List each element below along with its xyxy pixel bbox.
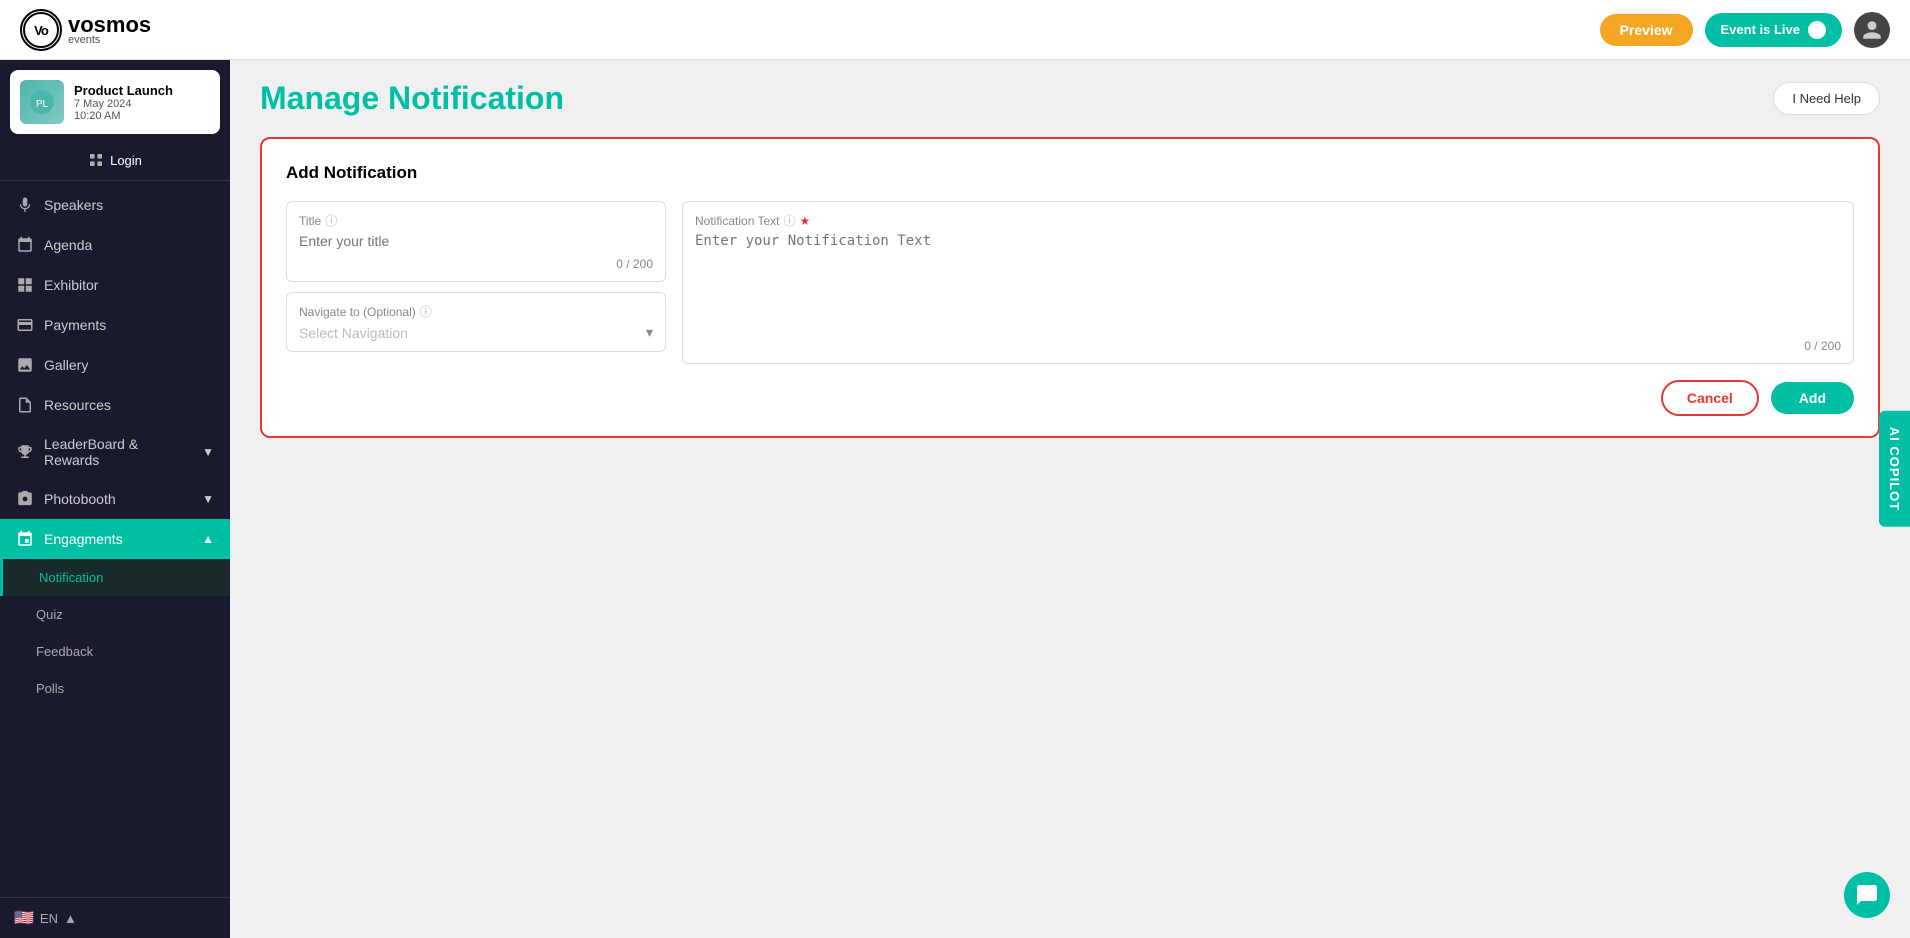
logo-icon: Vo — [20, 9, 62, 51]
cancel-button[interactable]: Cancel — [1661, 380, 1759, 416]
event-thumbnail: PL — [20, 80, 64, 124]
lang-chevron: ▲ — [64, 911, 77, 926]
toggle-indicator — [1808, 21, 1826, 39]
navigate-field-label: Navigate to (Optional) ⓘ — [299, 303, 653, 320]
sidebar-item-payments[interactable]: Payments — [0, 305, 230, 345]
chat-bubble-button[interactable] — [1844, 872, 1890, 918]
photobooth-label: Photobooth — [44, 491, 116, 507]
svg-text:Vo: Vo — [34, 23, 49, 38]
live-label: Event is Live — [1721, 22, 1800, 37]
form-right-col: Notification Text ⓘ ★ 0 / 200 — [682, 201, 1854, 364]
notification-text-counter: 0 / 200 — [695, 339, 1841, 353]
notification-label: Notification — [39, 570, 103, 585]
add-notification-card: Add Notification Title ⓘ 0 / 200 — [260, 137, 1880, 438]
navigate-info-icon: ⓘ — [420, 303, 432, 320]
header: Vo vosmos events Preview Event is Live — [0, 0, 1910, 60]
event-time: 10:20 AM — [74, 110, 210, 122]
title-field-label: Title ⓘ — [299, 212, 653, 229]
leaderboard-chevron: ▼ — [202, 445, 214, 459]
navigate-field-wrapper: Navigate to (Optional) ⓘ Select Navigati… — [286, 292, 666, 352]
logo: Vo vosmos events — [20, 9, 151, 51]
content-area: Add Notification Title ⓘ 0 / 200 — [230, 127, 1910, 938]
form-left-col: Title ⓘ 0 / 200 Navigate to (Optional) ⓘ — [286, 201, 666, 364]
navigate-select[interactable]: Select Navigation ▾ — [299, 324, 653, 341]
navigate-placeholder: Select Navigation — [299, 325, 408, 341]
title-field-wrapper: Title ⓘ 0 / 200 — [286, 201, 666, 282]
sidebar-item-speakers[interactable]: Speakers — [0, 185, 230, 225]
notification-text-wrapper: Notification Text ⓘ ★ 0 / 200 — [682, 201, 1854, 364]
form-actions: Cancel Add — [286, 380, 1854, 416]
gallery-label: Gallery — [44, 357, 88, 373]
leaderboard-label: LeaderBoard & Rewards — [44, 436, 192, 468]
form-row: Title ⓘ 0 / 200 Navigate to (Optional) ⓘ — [286, 201, 1854, 364]
title-counter: 0 / 200 — [299, 257, 653, 271]
help-button[interactable]: I Need Help — [1773, 82, 1880, 115]
quiz-label: Quiz — [36, 607, 63, 622]
sidebar-subitem-notification[interactable]: Notification — [0, 559, 230, 596]
sidebar-subitem-quiz[interactable]: Quiz — [0, 596, 230, 633]
add-button[interactable]: Add — [1771, 382, 1854, 414]
page-title: Manage Notification — [260, 80, 564, 117]
sidebar-item-resources[interactable]: Resources — [0, 385, 230, 425]
sidebar-item-agenda[interactable]: Agenda — [0, 225, 230, 265]
resources-label: Resources — [44, 397, 111, 413]
navigate-chevron-icon: ▾ — [646, 324, 653, 341]
notification-text-input[interactable] — [695, 233, 1841, 333]
flag-icon: 🇺🇸 — [14, 908, 34, 928]
sidebar-divider — [0, 180, 230, 181]
grid-icon — [16, 276, 34, 294]
file-icon — [16, 396, 34, 414]
image-icon — [16, 356, 34, 374]
polls-label: Polls — [36, 681, 64, 696]
payments-label: Payments — [44, 317, 106, 333]
calendar-icon — [16, 236, 34, 254]
sidebar-item-exhibitor[interactable]: Exhibitor — [0, 265, 230, 305]
add-notification-title: Add Notification — [286, 163, 1854, 183]
mic-icon — [16, 196, 34, 214]
engagments-chevron: ▲ — [202, 532, 214, 546]
event-date: 7 May 2024 — [74, 98, 210, 110]
sidebar-item-photobooth[interactable]: Photobooth ▼ — [0, 479, 230, 519]
ai-copilot-tab[interactable]: AI COPILOT — [1879, 411, 1910, 527]
title-input[interactable] — [299, 233, 653, 249]
lang-label: EN — [40, 911, 58, 926]
sidebar-item-engagments[interactable]: Engagments ▲ — [0, 519, 230, 559]
main-content: Manage Notification I Need Help Add Noti… — [230, 60, 1910, 938]
creditcard-icon — [16, 316, 34, 334]
sidebar-subitem-polls[interactable]: Polls — [0, 670, 230, 707]
notification-info-icon: ⓘ — [784, 212, 796, 229]
agenda-label: Agenda — [44, 237, 92, 253]
svg-text:PL: PL — [36, 99, 49, 110]
sidebar-item-gallery[interactable]: Gallery — [0, 345, 230, 385]
header-actions: Preview Event is Live — [1600, 12, 1890, 48]
event-title: Product Launch — [74, 83, 210, 98]
event-card: PL Product Launch 7 May 2024 10:20 AM — [10, 70, 220, 134]
sidebar-item-leaderboard[interactable]: LeaderBoard & Rewards ▼ — [0, 425, 230, 479]
photobooth-chevron: ▼ — [202, 492, 214, 506]
engagement-icon — [16, 530, 34, 548]
title-info-icon: ⓘ — [325, 212, 337, 229]
feedback-label: Feedback — [36, 644, 93, 659]
notification-text-label: Notification Text ⓘ ★ — [695, 212, 1841, 229]
layout: PL Product Launch 7 May 2024 10:20 AM Lo… — [0, 60, 1910, 938]
event-info: Product Launch 7 May 2024 10:20 AM — [74, 83, 210, 122]
live-toggle-button[interactable]: Event is Live — [1705, 13, 1842, 47]
sidebar-subitem-feedback[interactable]: Feedback — [0, 633, 230, 670]
logo-name: vosmos — [68, 14, 151, 36]
avatar[interactable] — [1854, 12, 1890, 48]
preview-button[interactable]: Preview — [1600, 14, 1693, 46]
required-star: ★ — [800, 214, 811, 228]
page-header: Manage Notification I Need Help — [230, 60, 1910, 127]
sidebar: PL Product Launch 7 May 2024 10:20 AM Lo… — [0, 60, 230, 938]
trophy-icon — [16, 443, 34, 461]
login-button[interactable]: Login — [0, 144, 230, 176]
login-label: Login — [110, 153, 142, 168]
engagments-label: Engagments — [44, 531, 123, 547]
camera-icon — [16, 490, 34, 508]
speakers-label: Speakers — [44, 197, 103, 213]
language-selector[interactable]: 🇺🇸 EN ▲ — [0, 897, 230, 938]
exhibitor-label: Exhibitor — [44, 277, 98, 293]
